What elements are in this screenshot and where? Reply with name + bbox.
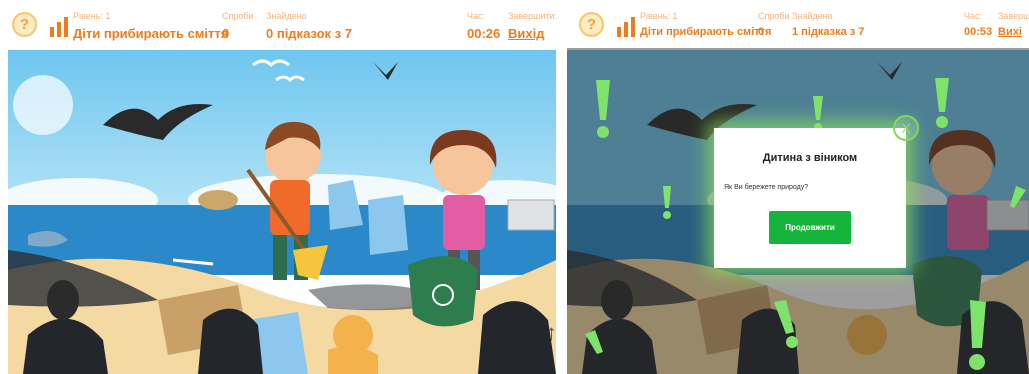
scroll-up-arrow-icon[interactable]: ↑ <box>546 320 557 346</box>
help-button[interactable]: ? <box>12 12 37 37</box>
hint-marker-icon[interactable] <box>932 78 952 130</box>
found-value: 1 підказка з 7 <box>792 26 865 38</box>
attempts-value: 0 <box>222 26 230 41</box>
hint-marker-icon[interactable] <box>962 300 990 374</box>
hint-marker-icon[interactable] <box>585 330 611 360</box>
attempts-value: 0 <box>758 26 765 38</box>
found-label: Знайдено <box>792 11 833 21</box>
exit-link[interactable]: Вихі <box>998 26 1022 38</box>
game-header: ? Рівень: 1 Діти прибирають сміття Спроб… <box>567 0 1029 48</box>
time-value: 00:26 <box>467 26 501 41</box>
level-bars-icon <box>50 17 68 37</box>
level-label: Рівень: 1 <box>640 11 678 21</box>
game-screen-right: ? Рівень: 1 Діти прибирають сміття Спроб… <box>567 0 1029 374</box>
level-label: Рівень: 1 <box>73 11 111 21</box>
close-icon[interactable]: X <box>893 115 919 141</box>
hint-marker-icon[interactable] <box>811 96 825 132</box>
scene-illustration <box>8 50 556 374</box>
attempts-label: Спроби <box>222 11 254 21</box>
time-value: 00:53 <box>964 26 993 38</box>
attempts-label: Спроби <box>758 11 790 21</box>
level-title: Діти прибирають сміття <box>73 26 229 41</box>
exit-link[interactable]: Вихід <box>508 26 544 41</box>
beach-cleanup-scene[interactable] <box>8 50 556 374</box>
game-screen-left: ? Рівень: 1 Діти прибирають сміття Спроб… <box>0 0 563 374</box>
hint-dialog: Дитина з віником Як Ви бережете природу?… <box>714 128 906 268</box>
dialog-question: Як Ви бережете природу? <box>724 184 809 191</box>
continue-button[interactable]: Продовжити <box>769 211 851 244</box>
game-header: ? Рівень: 1 Діти прибирають сміття Спроб… <box>0 0 563 48</box>
level-bars-icon <box>617 17 635 37</box>
hint-marker-icon[interactable] <box>661 186 673 220</box>
time-label: Час: <box>964 11 983 21</box>
finish-label: Заверш <box>998 11 1029 21</box>
level-title: Діти прибирають сміття <box>640 26 772 38</box>
hint-marker-icon[interactable] <box>592 80 614 140</box>
help-button[interactable]: ? <box>579 12 604 37</box>
dialog-title: Дитина з віником <box>762 152 858 164</box>
found-value: 0 підказок з 7 <box>266 26 352 41</box>
hint-marker-icon[interactable] <box>1002 186 1026 216</box>
found-label: Знайдено <box>266 11 307 21</box>
hint-marker-icon[interactable] <box>772 300 798 350</box>
finish-label: Завершити: <box>508 11 558 21</box>
time-label: Час: <box>467 11 486 21</box>
